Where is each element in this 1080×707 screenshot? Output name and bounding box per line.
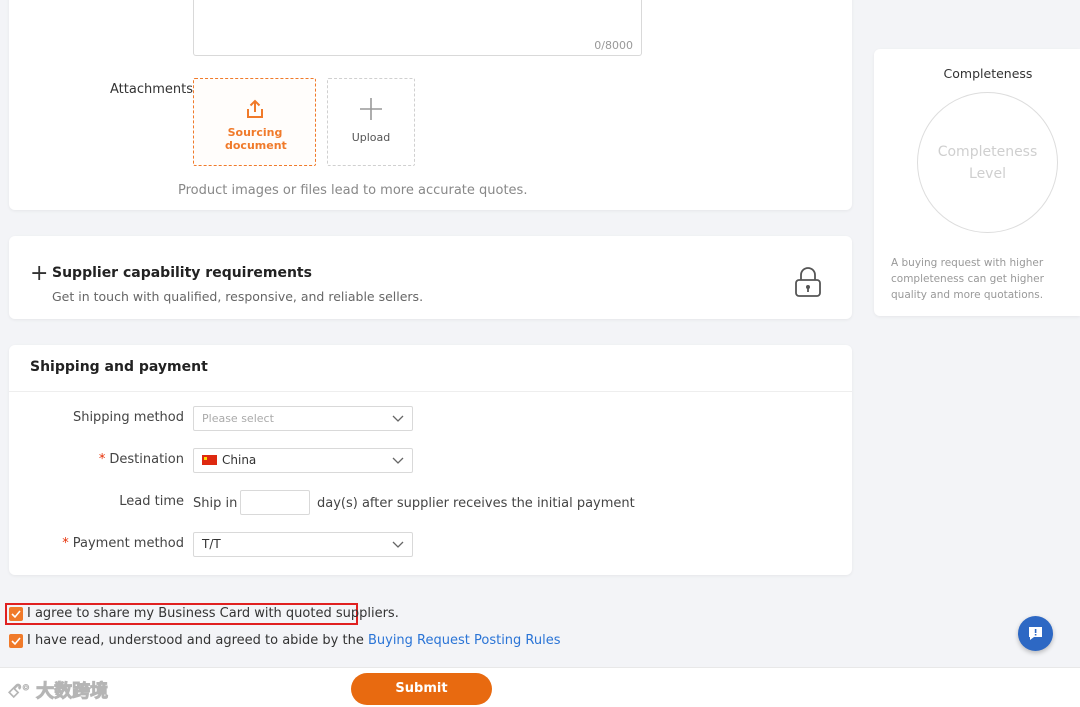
chevron-down-icon — [392, 541, 404, 548]
chevron-down-icon — [392, 457, 404, 464]
upload-label: Upload — [351, 131, 391, 144]
posting-rules-link[interactable]: Buying Request Posting Rules — [368, 633, 561, 648]
upload-button[interactable]: Upload — [327, 78, 415, 166]
watermark: ꗃ° 大数跨境 — [7, 681, 109, 703]
rules-checkbox[interactable] — [9, 634, 23, 648]
divider — [9, 391, 852, 392]
plus-icon — [360, 98, 382, 120]
china-flag-icon — [202, 455, 217, 465]
description-textarea[interactable]: 0/8000 — [193, 0, 642, 56]
destination-value: China — [222, 453, 257, 467]
check-icon — [11, 610, 21, 619]
chevron-down-icon — [392, 415, 404, 422]
rules-text: I have read, understood and agreed to ab… — [27, 633, 561, 648]
shipping-payment-title: Shipping and payment — [30, 359, 208, 375]
check-icon — [11, 637, 21, 646]
payment-method-label: * Payment method — [62, 536, 184, 551]
sourcing-document-button[interactable]: Sourcing document — [193, 78, 316, 166]
feedback-button[interactable] — [1018, 616, 1053, 651]
completeness-level-text: Completeness Level — [937, 144, 1038, 182]
shipping-method-placeholder: Please select — [202, 412, 274, 425]
required-mark: * — [98, 452, 106, 467]
lock-icon — [795, 267, 821, 297]
shipping-method-select[interactable]: Please select — [193, 406, 413, 431]
shipping-payment-card: Shipping and payment Shipping method Ple… — [9, 345, 852, 575]
destination-label: * Destination — [98, 452, 184, 467]
payment-method-value: T/T — [202, 537, 221, 551]
chat-bubble-icon — [1029, 627, 1042, 640]
supplier-requirements-title: Supplier capability requirements — [52, 265, 312, 281]
payment-method-select[interactable]: T/T — [193, 532, 413, 557]
watermark-logo-icon: ꗃ° — [7, 682, 31, 703]
lead-time-suffix: day(s) after supplier receives the initi… — [317, 496, 635, 511]
ship-in-label: Ship in — [193, 496, 238, 511]
bottom-action-bar: ꗃ° 大数跨境 Submit — [0, 667, 1080, 707]
sourcing-document-label: Sourcing document — [225, 126, 287, 152]
details-card: 0/8000 Attachments Sourcing document Upl… — [9, 0, 852, 210]
shipping-method-label: Shipping method — [72, 410, 184, 425]
share-card-text: I agree to share my Business Card with q… — [27, 606, 399, 621]
completeness-description: A buying request with higher completenes… — [891, 257, 1044, 301]
completeness-card: Completeness Completeness Level A buying … — [874, 49, 1080, 316]
submit-button[interactable]: Submit — [351, 673, 492, 705]
lead-time-label: Lead time — [119, 494, 184, 509]
completeness-title: Completeness — [943, 66, 1033, 81]
attachments-label: Attachments — [110, 82, 193, 97]
lead-time-input[interactable] — [240, 490, 310, 515]
expand-plus-icon[interactable]: + — [30, 263, 48, 285]
share-upload-icon — [246, 99, 263, 118]
completeness-gauge: Completeness Level — [917, 92, 1058, 233]
required-mark: * — [62, 536, 69, 551]
char-counter: 0/8000 — [594, 39, 633, 52]
supplier-requirements-card[interactable]: + Supplier capability requirements Get i… — [9, 236, 852, 319]
attachments-hint: Product images or files lead to more acc… — [178, 183, 528, 198]
destination-select[interactable]: China — [193, 448, 413, 473]
share-card-checkbox[interactable] — [9, 607, 23, 621]
supplier-requirements-subtitle: Get in touch with qualified, responsive,… — [52, 289, 424, 304]
